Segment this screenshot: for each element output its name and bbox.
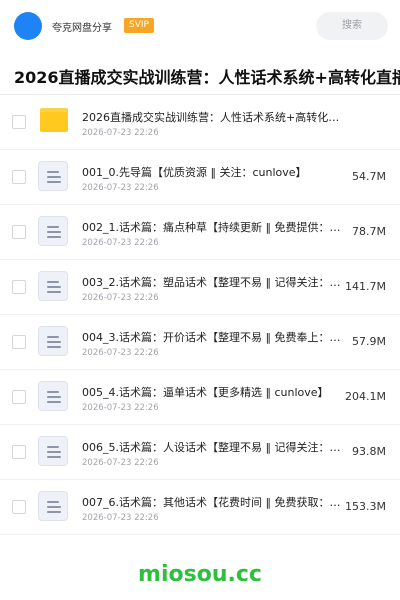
user-name: 夸克网盘分享	[52, 23, 112, 34]
folder-icon	[40, 108, 68, 132]
file-name: 001_0.先导篇【优质资源 ‖ 关注：cunlove】	[82, 166, 307, 179]
file-size: 57.9M	[352, 335, 386, 348]
file-size: 78.7M	[352, 225, 386, 238]
file-name: 003_2.话术篇：塑品话术【整理不易 ‖ 记得关注：cunlove】	[82, 276, 344, 289]
file-name: 005_4.话术篇：逼单话术【更多精选 ‖ cunlove】	[82, 386, 329, 399]
file-date: 2026-07-23 22:26	[82, 238, 159, 248]
document-icon	[38, 216, 68, 246]
file-date: 2026-07-23 22:26	[82, 513, 159, 523]
row-checkbox[interactable]	[12, 445, 26, 459]
file-row[interactable]: 005_4.话术篇：逼单话术【更多精选 ‖ cunlove】 2026-07-2…	[0, 370, 400, 425]
file-row[interactable]: 004_3.话术篇：开价话术【整理不易 ‖ 免费奉上：cunlove】 2026…	[0, 315, 400, 370]
file-row[interactable]: 2026直播成交实战训练营：人性话术系统+高转化直播框架 2026-07-23 …	[0, 95, 400, 150]
document-icon	[38, 491, 68, 521]
file-date: 2026-07-23 22:26	[82, 403, 159, 413]
avatar[interactable]	[14, 12, 42, 40]
file-date: 2026-07-23 22:26	[82, 293, 159, 303]
file-size: 54.7M	[352, 170, 386, 183]
document-icon	[38, 381, 68, 411]
row-checkbox[interactable]	[12, 280, 26, 294]
title-bar: 2026直播成交实战训练营：人性话术系统+高转化直播框架	[0, 56, 400, 95]
file-date: 2026-07-23 22:26	[82, 183, 159, 193]
row-checkbox[interactable]	[12, 115, 26, 129]
file-row[interactable]: 003_2.话术篇：塑品话术【整理不易 ‖ 记得关注：cunlove】 2026…	[0, 260, 400, 315]
row-checkbox[interactable]	[12, 225, 26, 239]
row-checkbox[interactable]	[12, 390, 26, 404]
file-list: 2026直播成交实战训练营：人性话术系统+高转化直播框架 2026-07-23 …	[0, 95, 400, 535]
document-icon	[38, 436, 68, 466]
file-row[interactable]: 002_1.话术篇：痛点种草【持续更新 ‖ 免费提供：cunlove】 2026…	[0, 205, 400, 260]
file-date: 2026-07-23 22:26	[82, 458, 159, 468]
file-date: 2026-07-23 22:26	[82, 128, 159, 138]
file-name: 006_5.话术篇：人设话术【整理不易 ‖ 记得关注：cunlove】	[82, 441, 344, 454]
file-size: 153.3M	[345, 500, 386, 513]
document-icon	[38, 326, 68, 356]
header-bar: 夸克网盘分享 SVIP 搜索	[0, 0, 400, 52]
row-checkbox[interactable]	[12, 335, 26, 349]
watermark: miosou.cc	[138, 562, 262, 587]
file-name: 2026直播成交实战训练营：人性话术系统+高转化直播框架	[82, 111, 344, 124]
row-checkbox[interactable]	[12, 500, 26, 514]
file-size: 93.8M	[352, 445, 386, 458]
file-name: 004_3.话术篇：开价话术【整理不易 ‖ 免费奉上：cunlove】	[82, 331, 344, 344]
file-row[interactable]: 007_6.话术篇：其他话术【花费时间 ‖ 免费获取：cunlove】 2026…	[0, 480, 400, 535]
file-name: 007_6.话术篇：其他话术【花费时间 ‖ 免费获取：cunlove】	[82, 496, 344, 509]
file-size: 141.7M	[345, 280, 386, 293]
search-input[interactable]: 搜索	[316, 12, 388, 40]
file-row[interactable]: 006_5.话术篇：人设话术【整理不易 ‖ 记得关注：cunlove】 2026…	[0, 425, 400, 480]
file-row[interactable]: 001_0.先导篇【优质资源 ‖ 关注：cunlove】 2026-07-23 …	[0, 150, 400, 205]
document-icon	[38, 271, 68, 301]
share-page: 夸克网盘分享 SVIP 搜索 2026直播成交实战训练营：人性话术系统+高转化直…	[0, 0, 400, 600]
file-name: 002_1.话术篇：痛点种草【持续更新 ‖ 免费提供：cunlove】	[82, 221, 344, 234]
document-icon	[38, 161, 68, 191]
file-date: 2026-07-23 22:26	[82, 348, 159, 358]
file-size: 204.1M	[345, 390, 386, 403]
page-title: 2026直播成交实战训练营：人性话术系统+高转化直播框架	[14, 68, 400, 87]
row-checkbox[interactable]	[12, 170, 26, 184]
svip-badge: SVIP	[124, 18, 154, 33]
